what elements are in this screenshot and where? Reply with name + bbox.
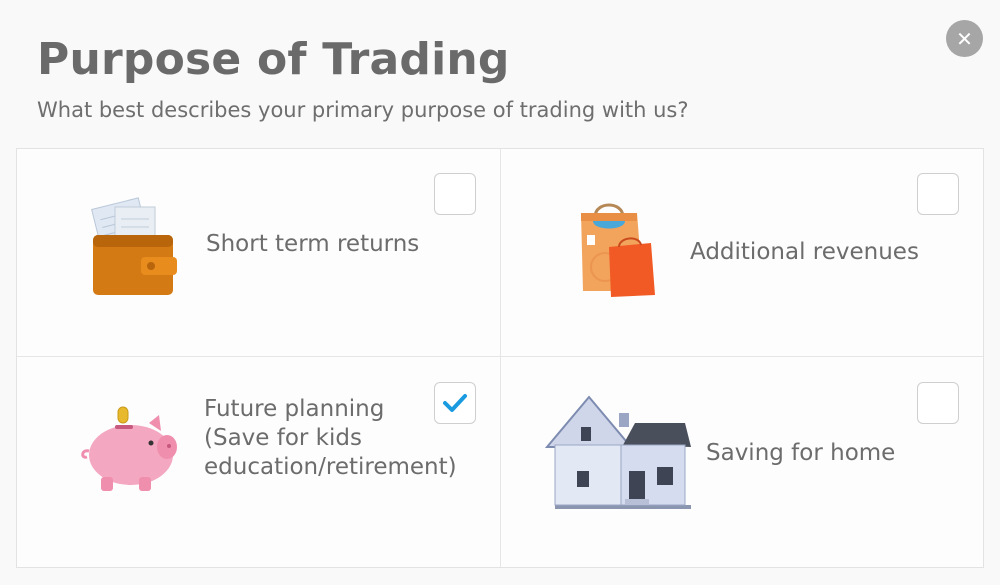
- option-short-term-returns[interactable]: Short term returns: [17, 149, 500, 356]
- option-future-planning[interactable]: Future planning (Save for kids education…: [17, 357, 500, 567]
- option-saving-for-home[interactable]: Saving for home: [501, 357, 983, 567]
- option-additional-revenues[interactable]: Additional revenues: [501, 149, 983, 356]
- piggy-bank-icon: [81, 406, 177, 491]
- option-checkbox[interactable]: [434, 173, 476, 215]
- option-checkbox[interactable]: [434, 382, 476, 424]
- option-label: Future planning (Save for kids education…: [204, 396, 457, 480]
- option-checkbox[interactable]: [917, 382, 959, 424]
- options-grid: Short term returns Additional revenues F…: [16, 148, 984, 568]
- option-label: Saving for home: [706, 440, 896, 466]
- option-label: Additional revenues: [690, 239, 919, 265]
- house-icon: [545, 395, 691, 509]
- page-title: Purpose of Trading: [37, 34, 510, 85]
- page-subtitle: What best describes your primary purpose…: [37, 98, 689, 122]
- option-checkbox[interactable]: [917, 173, 959, 215]
- close-button[interactable]: ✕: [946, 20, 983, 57]
- checkmark-icon: [443, 394, 467, 412]
- close-icon: ✕: [956, 26, 973, 51]
- shopping-bags-icon: [581, 203, 655, 297]
- option-label: Short term returns: [206, 231, 420, 257]
- wallet-icon: [91, 197, 177, 295]
